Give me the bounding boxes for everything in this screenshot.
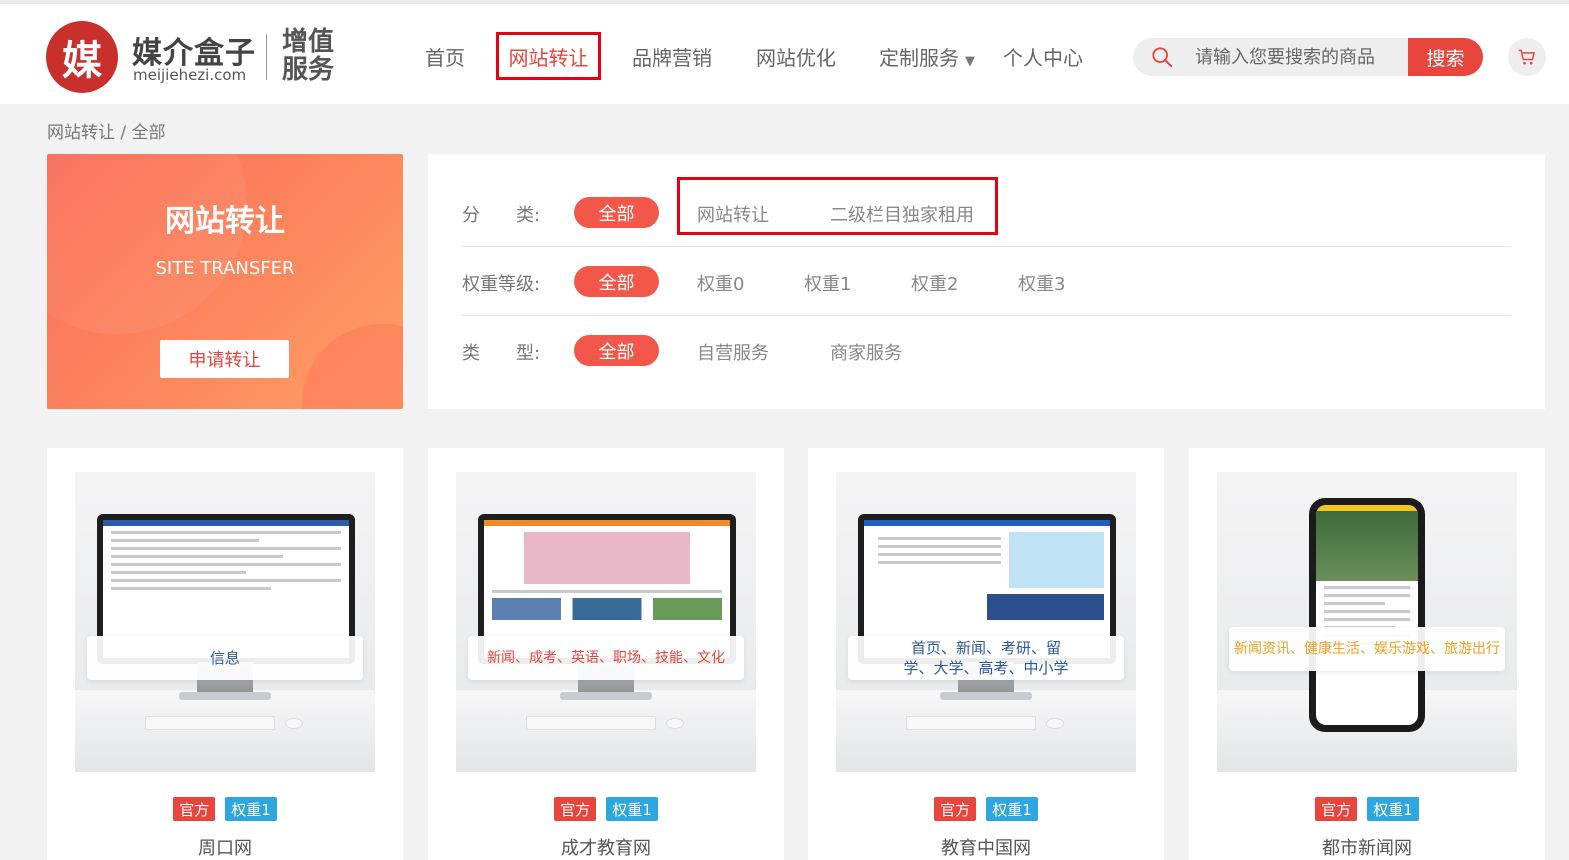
monitor-base (940, 692, 1032, 700)
search-button[interactable]: 搜索 (1408, 38, 1483, 76)
desk-illustration (836, 690, 1136, 772)
nav-custom-service[interactable]: 定制服务 ▼ (879, 42, 975, 71)
mouse-illustration (666, 718, 684, 729)
filter-weight-3[interactable]: 权重3 (1018, 270, 1065, 296)
weight-badge: 权重1 (225, 797, 277, 821)
product-card[interactable]: 新闻、成考、英语、职场、技能、文化 官方 权重1 成才教育网 (428, 448, 784, 860)
product-tags: 信息 (87, 636, 363, 680)
phone-illustration (1309, 498, 1425, 732)
official-badge: 官方 (934, 797, 977, 821)
divider (462, 315, 1511, 316)
nav-home[interactable]: 首页 (425, 42, 465, 71)
product-card[interactable]: 信息 官方 权重1 周口网 (47, 448, 403, 860)
filter-label-weight: 权重等级: (462, 274, 541, 295)
product-card[interactable]: 新闻资讯、健康生活、娱乐游戏、旅游出行 官方 权重1 都市新闻网 (1189, 448, 1545, 860)
filter-weight-all[interactable]: 全部 (574, 266, 659, 297)
breadcrumb[interactable]: 网站转让 / 全部 (47, 118, 166, 143)
filter-panel: 分 类: 全部 网站转让 二级栏目独家租用 权重等级: 全部 权重0 权重1 权… (428, 154, 1545, 409)
product-title[interactable]: 都市新闻网 (1189, 834, 1545, 860)
cart-button[interactable] (1508, 38, 1546, 76)
product-thumbnail[interactable]: 新闻资讯、健康生活、娱乐游戏、旅游出行 (1217, 472, 1517, 772)
apply-transfer-button[interactable]: 申请转让 (160, 340, 289, 378)
badge-group: 官方 权重1 (1189, 797, 1545, 821)
product-card[interactable]: 首页、新闻、考研、留学、大学、高考、中小学 官方 权重1 教育中国网 (808, 448, 1164, 860)
mouse-illustration (285, 718, 303, 729)
nav-brand-marketing[interactable]: 品牌营销 (632, 42, 712, 71)
filter-weight-0[interactable]: 权重0 (697, 270, 744, 296)
nav-personal-center[interactable]: 个人中心 (1003, 42, 1083, 71)
filter-label-category: 分 类: (462, 205, 541, 226)
logo-divider (266, 34, 267, 80)
filter-type-self-operated[interactable]: 自营服务 (697, 339, 769, 365)
search-bar: 搜索 (1133, 38, 1483, 76)
promo-banner: 网站转让 SITE TRANSFER 申请转让 (47, 154, 403, 409)
product-title[interactable]: 周口网 (47, 834, 403, 860)
promo-title: 网站转让 (165, 204, 285, 239)
badge-group: 官方 权重1 (47, 797, 403, 821)
weight-badge: 权重1 (986, 797, 1038, 821)
highlight-box (677, 177, 998, 235)
site-header: 媒 媒介盒子 meijiehezi.com 增值服务 首页 网站转让 品牌营销 … (0, 0, 1569, 104)
product-title[interactable]: 教育中国网 (808, 834, 1164, 860)
product-tags: 首页、新闻、考研、留学、大学、高考、中小学 (848, 636, 1124, 680)
product-thumbnail[interactable]: 新闻、成考、英语、职场、技能、文化 (456, 472, 756, 772)
nav-site-optimization[interactable]: 网站优化 (756, 42, 836, 71)
desk-illustration (75, 690, 375, 772)
cart-icon (1518, 49, 1535, 65)
mouse-illustration (1046, 718, 1064, 729)
promo-subtitle: SITE TRANSFER (155, 258, 295, 279)
weight-badge: 权重1 (1367, 797, 1419, 821)
badge-group: 官方 权重1 (428, 797, 784, 821)
weight-badge: 权重1 (606, 797, 658, 821)
product-thumbnail[interactable]: 首页、新闻、考研、留学、大学、高考、中小学 (836, 472, 1136, 772)
filter-type-all[interactable]: 全部 (574, 335, 659, 366)
logo-icon[interactable]: 媒 (46, 21, 118, 93)
official-badge: 官方 (1315, 797, 1358, 821)
product-title[interactable]: 成才教育网 (428, 834, 784, 860)
filter-weight-1[interactable]: 权重1 (804, 270, 851, 296)
nav-custom-service-label: 定制服务 (879, 46, 959, 70)
filter-weight-2[interactable]: 权重2 (911, 270, 958, 296)
product-tags: 新闻、成考、英语、职场、技能、文化 (468, 636, 744, 680)
logo-subtitle: 增值服务 (282, 27, 335, 85)
filter-type-merchant[interactable]: 商家服务 (830, 339, 902, 365)
logo-domain: meijiehezi.com (133, 66, 247, 84)
nav-site-transfer[interactable]: 网站转让 (496, 32, 601, 80)
official-badge: 官方 (173, 797, 216, 821)
nav-site-transfer-label: 网站转让 (508, 45, 589, 70)
keyboard-illustration (145, 716, 275, 730)
monitor-base (179, 692, 271, 700)
badge-group: 官方 权重1 (808, 797, 1164, 821)
keyboard-illustration (906, 716, 1036, 730)
filter-label-type: 类 型: (462, 343, 541, 364)
promo-decoration (302, 324, 403, 409)
chevron-down-icon: ▼ (965, 54, 975, 69)
keyboard-illustration (526, 716, 656, 730)
official-badge: 官方 (554, 797, 597, 821)
promo-decoration (47, 154, 247, 334)
filter-category-all[interactable]: 全部 (574, 197, 659, 228)
search-icon[interactable] (1151, 46, 1173, 68)
product-thumbnail[interactable]: 信息 (75, 472, 375, 772)
search-input[interactable] (1195, 38, 1407, 76)
monitor-base (560, 692, 652, 700)
product-tags: 新闻资讯、健康生活、娱乐游戏、旅游出行 (1229, 627, 1505, 671)
divider (462, 246, 1511, 247)
desk-illustration (456, 690, 756, 772)
